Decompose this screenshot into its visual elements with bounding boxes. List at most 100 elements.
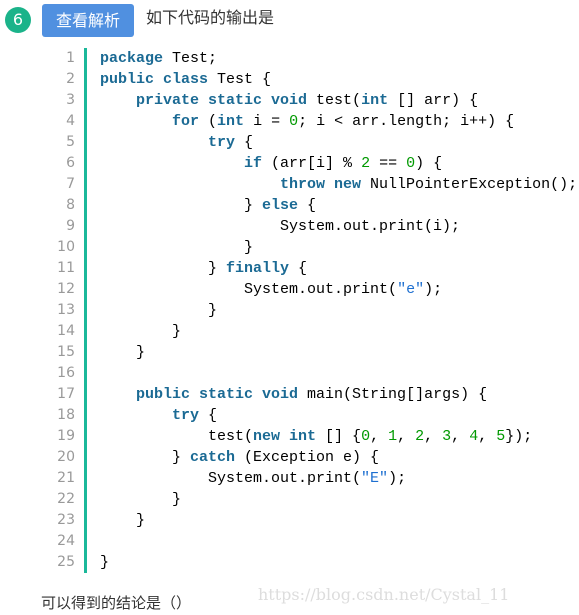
code-line: 15 }: [0, 342, 579, 363]
line-number: 5: [66, 134, 75, 150]
code-text: }: [100, 321, 181, 342]
code-token: );: [388, 470, 407, 487]
line-number: 1: [66, 50, 75, 66]
code-token: ) {: [415, 155, 443, 172]
view-analysis-button[interactable]: 查看解析: [42, 4, 134, 37]
code-text: System.out.print("E");: [100, 468, 406, 489]
code-token: }: [100, 491, 182, 508]
code-keyword: finally: [226, 260, 299, 277]
code-token: }: [100, 239, 254, 256]
code-token: ,: [424, 428, 443, 445]
code-text: public class Test {: [100, 69, 271, 90]
code-keyword: try: [208, 134, 245, 151]
code-line: 25}: [0, 552, 579, 573]
code-token: }: [100, 197, 263, 214]
code-text: if (arr[i] % 2 == 0) {: [100, 153, 442, 174]
code-keyword: int: [217, 113, 254, 130]
code-keyword: new int: [253, 428, 326, 445]
code-number: 5: [496, 428, 506, 445]
code-text: }: [100, 489, 181, 510]
code-line: 9 System.out.print(i);: [0, 216, 579, 237]
code-text: public static void main(String[]args) {: [100, 384, 487, 405]
line-number: 3: [66, 92, 75, 108]
code-text: System.out.print("e");: [100, 279, 442, 300]
line-number: 6: [66, 155, 75, 171]
code-token: {: [298, 260, 308, 277]
code-text: try {: [100, 132, 253, 153]
code-token: System.out.print(: [100, 470, 362, 487]
code-text: try {: [100, 405, 217, 426]
code-token: }: [100, 323, 182, 340]
code-token: }: [100, 302, 218, 319]
code-line: 23 }: [0, 510, 579, 531]
code-token: });: [505, 428, 533, 445]
code-keyword: private static void: [136, 92, 317, 109]
code-text: } else {: [100, 195, 316, 216]
code-token: ,: [370, 428, 389, 445]
line-number: 9: [66, 218, 75, 234]
code-token: i =: [253, 113, 290, 130]
question-conclusion: 可以得到的结论是（）: [41, 594, 192, 612]
code-text: } catch (Exception e) {: [100, 447, 379, 468]
code-text: }: [100, 237, 253, 258]
line-number: 20: [57, 449, 75, 465]
code-token: System.out.print(: [100, 281, 398, 298]
code-line: 10 }: [0, 237, 579, 258]
line-number: 23: [57, 512, 75, 528]
code-token: (Exception e) {: [244, 449, 380, 466]
code-string: "E": [361, 470, 389, 487]
code-line: 22 }: [0, 489, 579, 510]
code-token: }: [100, 449, 191, 466]
code-keyword: else: [262, 197, 308, 214]
question-prompt: 如下代码的输出是: [146, 8, 275, 27]
code-keyword: public static void: [136, 386, 308, 403]
code-text: } finally {: [100, 258, 307, 279]
code-token: }: [100, 512, 146, 529]
code-keyword: int: [361, 92, 398, 109]
code-token: test(: [316, 92, 362, 109]
code-number: 2: [361, 155, 380, 172]
code-line: 14 }: [0, 321, 579, 342]
code-token: ,: [397, 428, 416, 445]
code-text: }: [100, 342, 145, 363]
line-number: 16: [57, 365, 75, 381]
line-number: 4: [66, 113, 75, 129]
code-line: 5 try {: [0, 132, 579, 153]
code-line: 6 if (arr[i] % 2 == 0) {: [0, 153, 579, 174]
code-token: {: [208, 407, 218, 424]
code-token: }: [100, 260, 227, 277]
code-token: System.out.print(i);: [100, 218, 461, 235]
code-block: 1 package Test; 2 public class Test { 3 priv…: [0, 48, 579, 573]
line-number: 14: [57, 323, 75, 339]
code-keyword: public class: [100, 71, 218, 88]
line-number: 2: [66, 71, 75, 87]
code-string: "e": [397, 281, 425, 298]
line-number: 8: [66, 197, 75, 213]
code-number: 1: [388, 428, 398, 445]
line-number: 25: [57, 554, 75, 570]
line-number: 19: [57, 428, 75, 444]
code-token: [] {: [325, 428, 362, 445]
code-token: Test;: [172, 50, 218, 67]
code-text: }: [100, 300, 217, 321]
code-token: }: [100, 344, 146, 361]
line-number: 10: [57, 239, 75, 255]
code-line: 17 public static void main(String[]args)…: [0, 384, 579, 405]
code-number: 0: [289, 113, 299, 130]
line-number: 24: [57, 533, 75, 549]
code-text: for (int i = 0; i < arr.length; i++) {: [100, 111, 514, 132]
code-line: 4 for (int i = 0; i < arr.length; i++) {: [0, 111, 579, 132]
code-line: 24: [0, 531, 579, 552]
line-number: 22: [57, 491, 75, 507]
code-token: {: [307, 197, 317, 214]
code-keyword: try: [172, 407, 209, 424]
code-line: 13 }: [0, 300, 579, 321]
question-number-badge: 6: [5, 7, 31, 33]
code-token: (: [208, 113, 218, 130]
code-line: 1 package Test;: [0, 48, 579, 69]
